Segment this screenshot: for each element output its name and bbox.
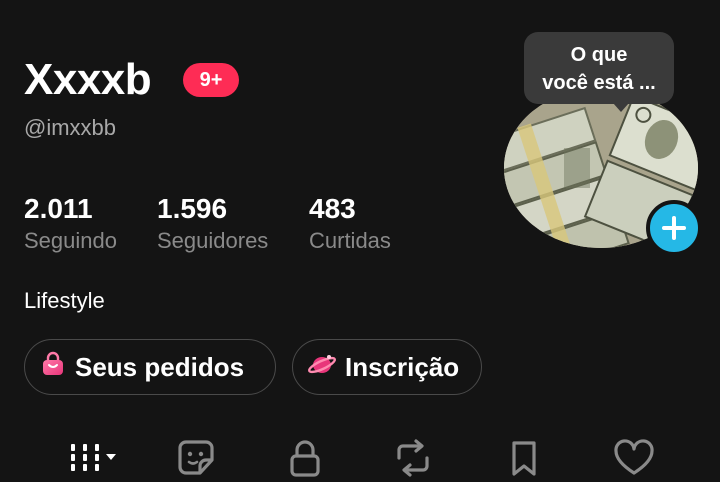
tab-stickers[interactable]: [170, 434, 222, 482]
tab-liked[interactable]: [608, 434, 660, 482]
following-label: Seguindo: [24, 228, 117, 253]
grid-icon: [71, 444, 116, 471]
tab-private[interactable]: [281, 434, 329, 482]
tab-videos[interactable]: [60, 434, 126, 482]
add-story-button[interactable]: [646, 200, 702, 256]
username-handle: @imxxbb: [24, 115, 117, 140]
bio-text: Lifestyle: [24, 288, 105, 313]
followers-count: 1.596: [157, 193, 228, 224]
bookmark-icon: [512, 441, 536, 476]
subscription-icon: [307, 350, 345, 385]
orders-button[interactable]: Seus pedidos: [24, 339, 276, 395]
tab-reposts[interactable]: [389, 434, 437, 482]
lock-icon: [290, 440, 320, 477]
following-stat[interactable]: 2.011 Seguindo: [24, 192, 117, 256]
likes-stat[interactable]: 483 Curtidas: [309, 192, 391, 256]
shopping-bag-icon: [39, 350, 75, 385]
display-name: Xxxxb: [24, 55, 152, 104]
status-bubble[interactable]: O que você está ...: [524, 32, 674, 104]
subscription-button[interactable]: Inscrição: [292, 339, 482, 395]
likes-label: Curtidas: [309, 228, 391, 253]
likes-count: 483: [309, 193, 356, 224]
sticker-icon: [178, 440, 214, 475]
status-bubble-line1: O que: [570, 44, 628, 66]
subscription-label: Inscrição: [345, 351, 460, 382]
status-bubble-tail: [613, 103, 629, 112]
followers-stat[interactable]: 1.596 Seguidores: [157, 192, 268, 256]
status-bubble-line2: você está ...: [542, 72, 656, 94]
plus-icon: [662, 216, 686, 240]
tab-favorites[interactable]: [500, 434, 548, 482]
following-count: 2.011: [24, 193, 93, 224]
followers-label: Seguidores: [157, 228, 269, 253]
orders-label: Seus pedidos: [75, 351, 245, 382]
heart-icon: [614, 439, 654, 475]
repost-icon: [397, 439, 429, 477]
notification-badge[interactable]: 9+: [183, 63, 239, 97]
